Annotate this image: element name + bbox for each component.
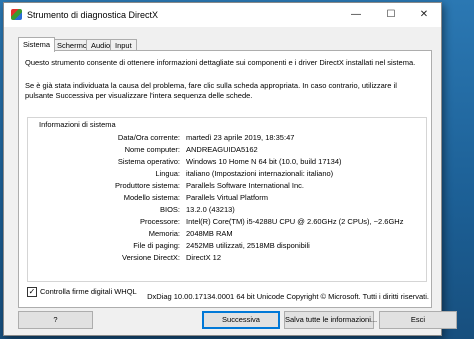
next-button[interactable]: Successiva (202, 311, 280, 329)
info-row-paging-file: File di paging: 2452MB utilizzati, 2518M… (28, 240, 426, 251)
title-bar[interactable]: Strumento di diagnostica DirectX — ☐ ✕ (4, 3, 441, 27)
dxdiag-window: Strumento di diagnostica DirectX — ☐ ✕ S… (3, 2, 457, 336)
tab-sistema[interactable]: Sistema (18, 37, 56, 52)
copyright-text: DxDiag 10.00.17134.0001 64 bit Unicode C… (147, 292, 429, 301)
whql-checkbox-label[interactable]: Controlla firme digitali WHQL (40, 287, 137, 297)
help-text: Se è già stata individuata la causa del … (25, 81, 397, 100)
close-button[interactable]: ✕ (407, 3, 441, 27)
info-label: Memoria: (148, 229, 180, 238)
info-label: Modello sistema: (123, 193, 180, 202)
info-label: Processore: (139, 217, 180, 226)
info-label: File di paging: (133, 241, 180, 250)
info-row-computer-name: Nome computer: ANDREAGUIDA5162 (28, 144, 426, 155)
info-label: Nome computer: (124, 145, 180, 154)
info-label: Sistema operativo: (117, 157, 180, 166)
help-button[interactable]: ? (18, 311, 93, 329)
info-row-model: Modello sistema: Parallels Virtual Platf… (28, 192, 426, 203)
info-row-datetime: Data/Ora corrente: martedì 23 aprile 201… (28, 132, 426, 143)
info-label: BIOS: (159, 205, 180, 214)
info-row-bios: BIOS: 13.2.0 (43213) (28, 204, 426, 215)
info-row-language: Lingua: italiano (Impostazioni internazi… (28, 168, 426, 179)
info-value: DirectX 12 (186, 253, 222, 262)
info-row-processor: Processore: Intel(R) Core(TM) i5-4288U C… (28, 216, 426, 227)
system-info-group: Informazioni di sistema Data/Ora corrent… (27, 117, 427, 282)
minimize-button[interactable]: — (339, 3, 373, 27)
tab-panel-sistema: Questo strumento consente di ottenere in… (18, 50, 432, 308)
info-label: Data/Ora corrente: (117, 133, 180, 142)
info-label: Versione DirectX: (122, 253, 180, 262)
info-value: italiano (Impostazioni internazionali: i… (186, 169, 334, 178)
maximize-button[interactable]: ☐ (374, 3, 408, 27)
info-value: 2452MB utilizzati, 2518MB disponibili (186, 241, 310, 250)
whql-checkbox[interactable]: ✓ (27, 287, 37, 297)
info-row-directx-version: Versione DirectX: DirectX 12 (28, 252, 426, 263)
info-value: Parallels Virtual Platform (186, 193, 268, 202)
window-title: Strumento di diagnostica DirectX (27, 10, 159, 20)
group-title: Informazioni di sistema (36, 120, 119, 130)
info-label: Lingua: (155, 169, 180, 178)
info-value: Windows 10 Home N 64 bit (10.0, build 17… (186, 157, 342, 166)
info-value: 13.2.0 (43213) (186, 205, 235, 214)
info-value: Parallels Software International Inc. (186, 181, 304, 190)
info-row-manufacturer: Produttore sistema: Parallels Software I… (28, 180, 426, 191)
exit-button[interactable]: Esci (379, 311, 457, 329)
info-value: martedì 23 aprile 2019, 18:35:47 (186, 133, 295, 142)
save-all-info-button[interactable]: Salva tutte le informazioni... (284, 311, 377, 329)
intro-text: Questo strumento consente di ottenere in… (25, 58, 416, 67)
info-value: Intel(R) Core(TM) i5-4288U CPU @ 2.60GHz… (186, 217, 404, 226)
info-value: 2048MB RAM (186, 229, 233, 238)
info-row-os: Sistema operativo: Windows 10 Home N 64 … (28, 156, 426, 167)
directx-app-icon (11, 9, 22, 20)
info-label: Produttore sistema: (114, 181, 180, 190)
info-row-memory: Memoria: 2048MB RAM (28, 228, 426, 239)
info-value: ANDREAGUIDA5162 (186, 145, 258, 154)
